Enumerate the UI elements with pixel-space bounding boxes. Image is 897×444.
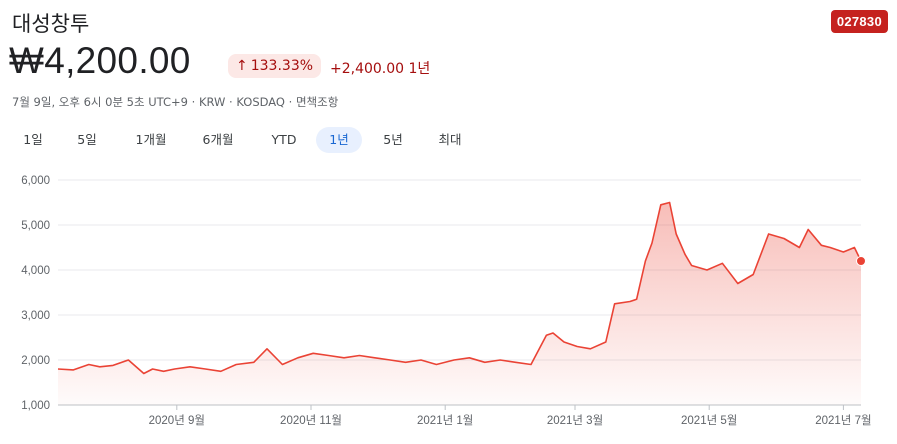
y-tick-label: 2,000 (21, 355, 50, 367)
y-tick-label: 3,000 (21, 310, 50, 322)
price-chart[interactable]: 1,000 2,000 3,000 4,000 5,000 6,000 2020년 9월 20… (0, 0, 897, 444)
last-price-marker (856, 256, 866, 266)
x-tick-label: 2021년 3월 (547, 414, 603, 427)
x-tick-label: 2020년 9월 (149, 414, 205, 427)
y-tick-label: 5,000 (21, 220, 50, 232)
y-tick-label: 1,000 (21, 400, 50, 412)
x-tick-label: 2021년 1월 (417, 414, 473, 427)
price-area-fill (58, 202, 861, 405)
x-tick-label: 2020년 11월 (280, 414, 342, 427)
y-tick-label: 6,000 (21, 175, 50, 187)
y-tick-label: 4,000 (21, 265, 50, 277)
x-tick-label: 2021년 5월 (681, 414, 737, 427)
x-tick-label: 2021년 7월 (815, 414, 871, 427)
